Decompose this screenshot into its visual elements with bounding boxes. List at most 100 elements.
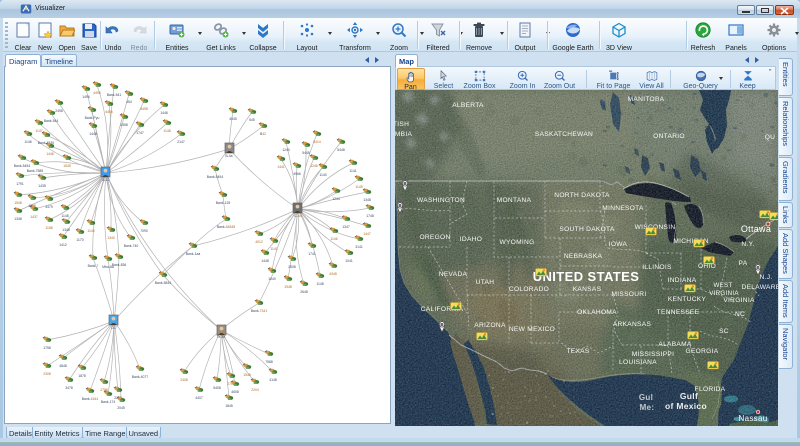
svg-text:WYOMING: WYOMING xyxy=(499,239,534,246)
svg-text:1041: 1041 xyxy=(345,259,353,263)
svg-text:VIRGINIA: VIRGINIA xyxy=(723,297,755,304)
svg-text:1148: 1148 xyxy=(163,129,170,133)
svg-text:3478: 3478 xyxy=(65,386,73,390)
svg-text:1158: 1158 xyxy=(45,226,52,230)
svg-text:Bank-836: Bank-836 xyxy=(112,263,127,267)
svg-text:2458: 2458 xyxy=(120,123,128,127)
svg-text:WEST: WEST xyxy=(713,282,732,289)
svg-text:VIRGINIA: VIRGINIA xyxy=(709,290,739,297)
svg-text:ONTARIO: ONTARIO xyxy=(653,133,685,140)
svg-text:ALABAMA: ALABAMA xyxy=(658,341,692,348)
svg-text:NEBRASKA: NEBRASKA xyxy=(563,253,602,260)
svg-text:1441: 1441 xyxy=(277,165,285,169)
svg-text:NEVADA: NEVADA xyxy=(438,271,467,278)
svg-text:1040: 1040 xyxy=(268,277,276,281)
svg-text:Bank-544: Bank-544 xyxy=(44,119,59,123)
svg-text:NC: NC xyxy=(734,311,744,318)
svg-text:1548: 1548 xyxy=(243,373,251,377)
svg-text:1148: 1148 xyxy=(61,214,68,218)
svg-text:Gulf: Gulf xyxy=(679,391,697,401)
svg-text:5414: 5414 xyxy=(313,140,321,144)
svg-text:COLORADO: COLORADO xyxy=(508,286,548,293)
svg-text:NORTH DAKOTA: NORTH DAKOTA xyxy=(554,192,610,199)
svg-text:SC: SC xyxy=(719,328,729,335)
svg-text:C-44: C-44 xyxy=(294,214,301,218)
svg-text:1246: 1246 xyxy=(310,164,318,168)
svg-text:4608: 4608 xyxy=(231,390,239,394)
svg-text:of Mexico: of Mexico xyxy=(665,401,707,411)
svg-text:1791: 1791 xyxy=(16,182,24,186)
svg-text:4012: 4012 xyxy=(255,240,263,244)
svg-text:A-12: A-12 xyxy=(102,178,109,182)
svg-text:Nassau: Nassau xyxy=(738,414,767,423)
svg-text:OREGON: OREGON xyxy=(419,234,450,241)
svg-text:Bank-1aa: Bank-1aa xyxy=(186,252,201,256)
svg-text:1348: 1348 xyxy=(14,217,22,221)
svg-text:DELAWARE: DELAWARE xyxy=(741,284,777,291)
svg-text:Me:: Me: xyxy=(639,403,654,412)
svg-text:1435: 1435 xyxy=(38,184,46,188)
svg-text:Bank-7341: Bank-7341 xyxy=(251,309,268,313)
svg-text:545: 545 xyxy=(249,118,255,122)
svg-text:1446: 1446 xyxy=(160,111,168,115)
svg-text:1148: 1148 xyxy=(316,282,323,286)
svg-text:4848: 4848 xyxy=(59,364,67,368)
svg-text:Bank-Pyu: Bank-Pyu xyxy=(85,116,100,120)
svg-text:Bank-125: Bank-125 xyxy=(216,201,231,205)
svg-text:Bank-7: Bank-7 xyxy=(88,264,99,268)
svg-text:MANITOBA: MANITOBA xyxy=(627,96,664,103)
svg-text:5448: 5448 xyxy=(337,148,345,152)
svg-text:QU: QU xyxy=(764,134,775,141)
svg-text:TEXAS: TEXAS xyxy=(566,348,589,355)
svg-text:2147: 2147 xyxy=(177,140,185,144)
svg-text:ALBERTA: ALBERTA xyxy=(452,102,484,109)
svg-text:5408: 5408 xyxy=(213,386,221,390)
svg-text:4545: 4545 xyxy=(229,117,237,121)
svg-text:1240: 1240 xyxy=(282,148,290,152)
svg-text:Bank-1544: Bank-1544 xyxy=(82,397,99,401)
svg-text:1748: 1748 xyxy=(366,214,374,218)
svg-text:4348: 4348 xyxy=(329,272,337,276)
svg-text:Ottawa: Ottawa xyxy=(740,224,770,234)
svg-text:1140: 1140 xyxy=(319,173,326,177)
svg-text:GEORGIA: GEORGIA xyxy=(685,348,718,355)
svg-text:1446: 1446 xyxy=(46,152,54,156)
svg-text:Bank-541: Bank-541 xyxy=(107,93,122,97)
svg-text:1447: 1447 xyxy=(363,232,371,236)
svg-text:1758: 1758 xyxy=(43,346,51,350)
svg-text:4496: 4496 xyxy=(93,91,101,95)
svg-text:FLORIDA: FLORIDA xyxy=(694,386,725,393)
svg-text:454: 454 xyxy=(126,100,132,104)
svg-text:MINNESOTA: MINNESOTA xyxy=(602,205,644,212)
svg-text:ARIZONA: ARIZONA xyxy=(474,322,506,329)
svg-text:MONTANA: MONTANA xyxy=(496,197,531,204)
svg-text:2204: 2204 xyxy=(251,388,259,392)
svg-text:4407: 4407 xyxy=(195,396,203,400)
svg-text:4479: 4479 xyxy=(45,205,53,209)
svg-text:1437: 1437 xyxy=(30,215,38,219)
svg-text:Bank-5454: Bank-5454 xyxy=(14,164,31,168)
svg-text:Bank-4077: Bank-4077 xyxy=(132,375,149,379)
svg-text:2408: 2408 xyxy=(180,378,188,382)
svg-text:1146: 1146 xyxy=(24,140,31,144)
svg-text:LOUISIANA: LOUISIANA xyxy=(619,359,657,366)
svg-text:2496: 2496 xyxy=(55,109,63,113)
svg-text:B-4a: B-4a xyxy=(225,154,232,158)
svg-text:5445: 5445 xyxy=(302,151,310,155)
svg-text:7588: 7588 xyxy=(265,360,273,364)
svg-text:7090: 7090 xyxy=(140,229,148,233)
svg-text:Bank-5844: Bank-5844 xyxy=(155,281,172,285)
svg-text:4966: 4966 xyxy=(293,172,301,176)
svg-text:SOUTH DAKOTA: SOUTH DAKOTA xyxy=(559,226,614,233)
svg-text:INDIANA: INDIANA xyxy=(667,277,696,284)
svg-text:ARKANSAS: ARKANSAS xyxy=(612,321,651,328)
svg-text:Bank-174: Bank-174 xyxy=(101,400,116,404)
svg-text:B42: B42 xyxy=(260,132,266,136)
svg-text:1348: 1348 xyxy=(363,198,371,202)
svg-text:UNITED STATES: UNITED STATES xyxy=(532,269,639,284)
svg-text:ITISH: ITISH xyxy=(395,121,409,128)
svg-text:1146: 1146 xyxy=(330,237,337,241)
svg-text:UTAH: UTAH xyxy=(475,279,494,286)
svg-text:Bank-54545: Bank-54545 xyxy=(217,225,235,229)
svg-text:Te-4d: Te-4d xyxy=(217,335,226,339)
